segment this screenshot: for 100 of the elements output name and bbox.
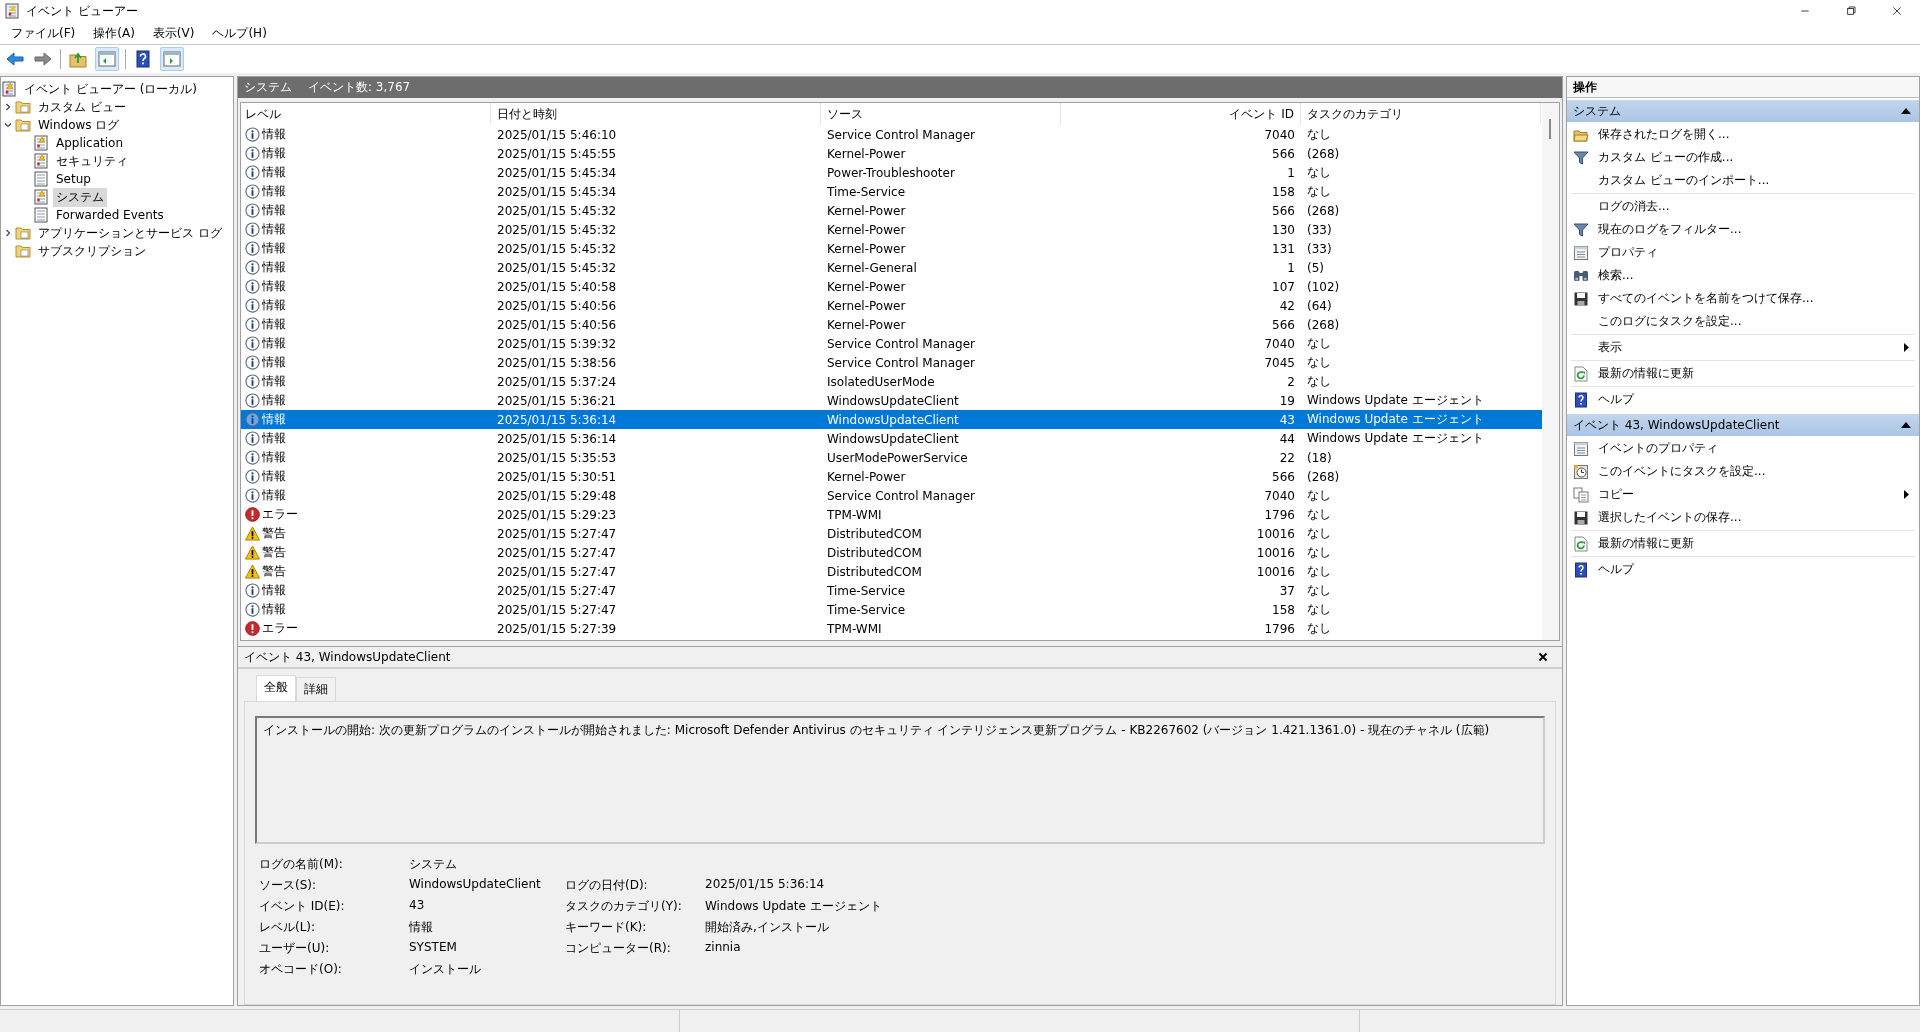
event-row[interactable]: 情報 2025/01/15 5:45:32 Kernel-Power 130 (33) [241,220,1542,239]
level-text: 情報 [262,183,286,200]
info-icon [245,279,260,294]
event-row[interactable]: 情報 2025/01/15 5:45:32 Kernel-General 1 (5) [241,258,1542,277]
tree-item[interactable]: サブスクリプション [35,241,149,261]
tree-item[interactable]: イベント ビューアー (ローカル) [21,79,200,99]
submenu-arrow-icon[interactable] [1904,490,1909,499]
action-item[interactable]: このログにタスクを設定... [1598,313,1742,330]
action-item[interactable]: イベントのプロパティ [1598,440,1718,457]
action-item[interactable]: 検索... [1598,267,1634,284]
event-row[interactable]: 情報 2025/01/15 5:40:56 Kernel-Power 42 (64) [241,296,1542,315]
date-cell-text: 2025/01/15 5:30:51 [496,469,618,484]
source-cell-text: Time-Service [826,602,907,617]
tree-item[interactable]: セキュリティ [53,151,131,171]
menu-item[interactable]: ファイル(F) [2,22,85,44]
event-row[interactable]: 情報 2025/01/15 5:27:47 Time-Service 158 なし [241,600,1542,619]
properties-icon [1573,440,1589,457]
level-text: 情報 [262,373,286,390]
field-label: イベント ID(E): [259,898,346,915]
tree-item[interactable]: Forwarded Events [53,207,167,223]
event-row[interactable]: 情報 2025/01/15 5:37:24 IsolatedUserMode 2 なし [241,372,1542,391]
menu-item[interactable]: ヘルプ(H) [203,22,276,44]
column-header[interactable]: イベント ID [1061,103,1301,125]
chevron-right-icon[interactable] [3,102,13,112]
collapse-arrow-icon[interactable] [1901,108,1911,114]
action-item[interactable]: 選択したイベントの保存... [1598,509,1742,526]
event-row[interactable]: 情報 2025/01/15 5:36:21 WindowsUpdateClient 19 Windows Update エージェント [241,391,1542,410]
action-item[interactable]: プロパティ [1598,244,1658,261]
level-text: 情報 [262,335,286,352]
tab[interactable]: 詳細 [296,677,336,701]
tab[interactable]: 全般 [256,675,296,701]
info-icon [245,184,260,199]
event-row[interactable]: 情報 2025/01/15 5:45:34 Time-Service 158 なし [241,182,1542,201]
info-icon [245,317,260,332]
menu-item[interactable]: 操作(A) [84,22,144,44]
tree-item[interactable]: カスタム ビュー [35,97,129,117]
event-row[interactable]: 情報 2025/01/15 5:40:58 Kernel-Power 107 (102) [241,277,1542,296]
event-row[interactable]: エラー 2025/01/15 5:29:23 TPM-WMI 1796 なし [241,505,1542,524]
event-row[interactable]: 情報 2025/01/15 5:45:32 Kernel-Power 131 (33) [241,239,1542,258]
event-row[interactable]: 情報 2025/01/15 5:45:32 Kernel-Power 566 (268) [241,201,1542,220]
event-row[interactable]: 警告 2025/01/15 5:27:47 DistributedCOM 10016 なし [241,543,1542,562]
column-header[interactable]: レベル [241,103,491,125]
event-row[interactable]: 情報 2025/01/15 5:36:14 WindowsUpdateClient 43 Windows Update エージェント [241,410,1542,429]
event-row[interactable]: エラー 2025/01/15 5:27:39 TPM-WMI 1796 なし [241,619,1542,638]
info-icon [245,355,260,370]
event-row[interactable]: 情報 2025/01/15 5:45:34 Power-Troubleshooter 1 なし [241,163,1542,182]
close-icon[interactable] [1538,652,1548,662]
date-cell-text: 2025/01/15 5:27:47 [496,602,618,617]
collapse-arrow-icon[interactable] [1901,422,1911,428]
event-row[interactable]: 情報 2025/01/15 5:46:10 Service Control Manager 7040 なし [241,125,1542,144]
event-row[interactable]: 情報 2025/01/15 5:38:56 Service Control Manager 7045 なし [241,353,1542,372]
event-row[interactable]: 情報 2025/01/15 5:39:32 Service Control Manager 7040 なし [241,334,1542,353]
category-cell-text: なし [1306,164,1332,181]
event-row[interactable]: 情報 2025/01/15 5:30:51 Kernel-Power 566 (268) [241,467,1542,486]
action-item[interactable]: ヘルプ [1598,561,1634,578]
action-item[interactable]: ログの消去... [1598,198,1670,215]
event-row[interactable]: 警告 2025/01/15 5:27:47 DistributedCOM 10016 なし [241,524,1542,543]
action-item[interactable]: ヘルプ [1598,391,1634,408]
chevron-right-icon[interactable] [3,228,13,238]
field-label: レベル(L): [259,919,317,936]
event-row[interactable]: 情報 2025/01/15 5:29:48 Service Control Manager 7040 なし [241,486,1542,505]
event-row[interactable]: 情報 2025/01/15 5:35:53 UserModePowerService 22 (18) [241,448,1542,467]
tree-item[interactable]: Application [53,135,127,151]
action-item[interactable]: カスタム ビューのインポート... [1598,172,1770,189]
tree-item[interactable]: システム [53,187,107,207]
level-text: 情報 [262,202,286,219]
column-header[interactable]: 日付と時刻 [491,103,821,125]
chevron-down-icon[interactable] [3,120,13,130]
action-item[interactable]: このイベントにタスクを設定... [1598,463,1766,480]
tree-item[interactable]: Setup [53,171,94,187]
info-icon [245,203,260,218]
event-row[interactable]: 情報 2025/01/15 5:27:47 Time-Service 37 なし [241,581,1542,600]
source-cell-text: Service Control Manager [826,355,976,370]
date-cell-text: 2025/01/15 5:27:47 [496,583,618,598]
event-row[interactable]: 警告 2025/01/15 5:27:47 DistributedCOM 10016 なし [241,562,1542,581]
action-item[interactable]: 最新の情報に更新 [1598,535,1694,552]
action-item[interactable]: 表示 [1598,339,1622,356]
action-item[interactable]: 最新の情報に更新 [1598,365,1694,382]
submenu-arrow-icon[interactable] [1904,343,1909,352]
section-header[interactable]: システム [1567,100,1919,122]
menu-item[interactable]: 表示(V) [143,22,204,44]
tree-item[interactable]: アプリケーションとサービス ログ [35,223,225,243]
scrollbar[interactable] [1542,103,1559,640]
action-item[interactable]: カスタム ビューの作成... [1598,149,1734,166]
action-item[interactable]: コピー [1598,486,1634,503]
column-header[interactable]: タスクのカテゴリ [1301,103,1541,125]
source-cell-text: Service Control Manager [826,127,976,142]
source-cell-text: Power-Troubleshooter [826,165,956,180]
column-header[interactable]: ソース [821,103,1061,125]
category-cell-text: なし [1306,544,1332,561]
event-row[interactable]: 情報 2025/01/15 5:40:56 Kernel-Power 566 (268) [241,315,1542,334]
tree-item[interactable]: Windows ログ [35,115,123,135]
event-row[interactable]: 情報 2025/01/15 5:36:14 WindowsUpdateClient 44 Windows Update エージェント [241,429,1542,448]
action-item[interactable]: 現在のログをフィルター... [1598,221,1742,238]
event-row[interactable]: 情報 2025/01/15 5:45:55 Kernel-Power 566 (268) [241,144,1542,163]
category-cell-text: (268) [1306,146,1341,161]
date-cell-text: 2025/01/15 5:39:32 [496,336,618,351]
section-header[interactable]: イベント 43, WindowsUpdateClient [1567,414,1919,436]
action-item[interactable]: すべてのイベントを名前をつけて保存... [1598,290,1814,307]
action-item[interactable]: 保存されたログを開く... [1598,126,1730,143]
